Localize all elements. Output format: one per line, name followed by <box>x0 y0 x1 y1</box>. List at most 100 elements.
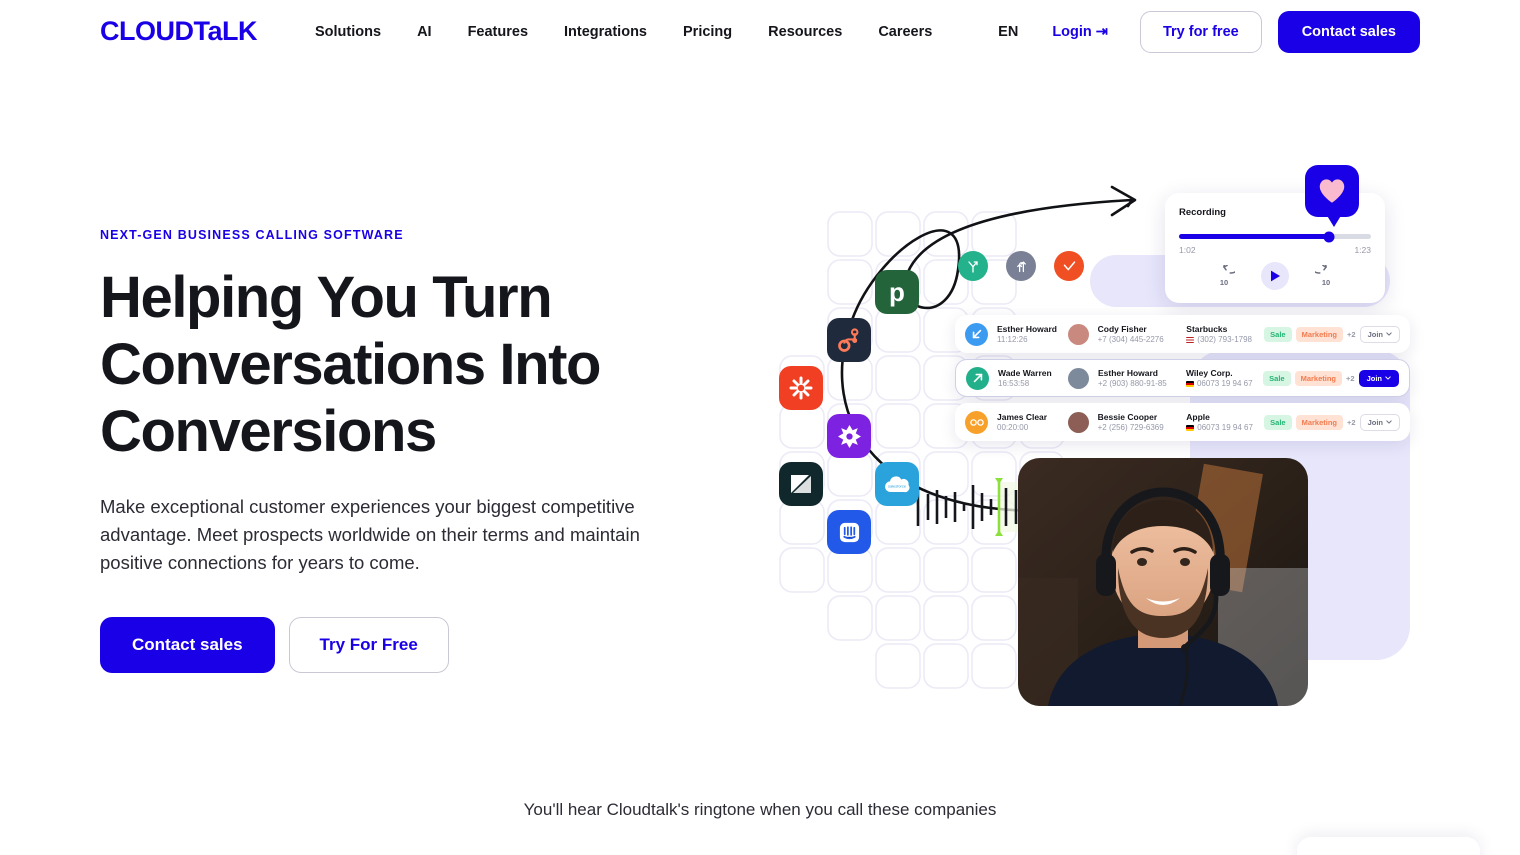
hero-eyebrow: NEXT-GEN BUSINESS CALLING SOFTWARE <box>100 228 404 242</box>
table-row[interactable]: Wade Warren 16:53:58 Esther Howard +2 (9… <box>955 359 1410 397</box>
join-label: Join <box>1366 373 1382 383</box>
integration-tile-zendesk[interactable] <box>779 462 823 506</box>
progress-handle[interactable] <box>1323 231 1335 242</box>
hero-try-for-free-button[interactable]: Try For Free <box>288 617 449 673</box>
company-name: Starbucks <box>1186 324 1228 334</box>
hero-cta-group: Contact sales Try For Free <box>100 617 720 673</box>
skip-back-10-icon[interactable]: 10 <box>1213 259 1239 287</box>
integration-tile-salesforce[interactable]: salesforce <box>875 462 919 506</box>
contact-phone: +7 (304) 445-2276 <box>1097 335 1164 344</box>
top-navigation-bar: CLOUDTaLK Solutions AI Features Integrat… <box>0 0 1520 63</box>
caller-name: James Clear <box>997 412 1048 422</box>
nav-item-ai[interactable]: AI <box>399 24 450 40</box>
table-row[interactable]: Esther Howard 11:12:26 Cody Fisher +7 (3… <box>955 315 1410 353</box>
caller-name: Esther Howard <box>997 324 1057 334</box>
join-dropdown-primary[interactable]: Join <box>1358 369 1399 387</box>
hero-contact-sales-button[interactable]: Contact sales <box>100 617 275 673</box>
chevron-down-icon <box>1386 332 1392 336</box>
chevron-down-icon <box>1386 420 1392 424</box>
hero-title-line-2: Conversations Into <box>100 332 601 397</box>
more-tags-count: +2 <box>1347 329 1356 339</box>
caller-name: Wade Warren <box>998 368 1052 378</box>
play-button[interactable] <box>1261 262 1289 290</box>
contact-name: Esther Howard <box>1098 368 1158 378</box>
loop-arrows-icon[interactable] <box>1006 251 1036 281</box>
nav-item-resources[interactable]: Resources <box>750 24 860 40</box>
nav-item-pricing[interactable]: Pricing <box>665 24 750 40</box>
nav-links: Solutions AI Features Integrations Prici… <box>297 24 950 40</box>
join-label: Join <box>1367 329 1383 339</box>
status-badge-sale: Sale <box>1264 326 1292 342</box>
integration-tile-gorgias[interactable] <box>827 414 871 458</box>
join-dropdown[interactable]: Join <box>1359 325 1400 343</box>
heart-icon <box>1319 179 1345 203</box>
row-tags: Sale Marketing +2 Join <box>1264 325 1400 343</box>
row-tags: Sale Marketing +2 Join <box>1263 369 1399 387</box>
nav-item-solutions[interactable]: Solutions <box>297 24 399 40</box>
caller-cell: Esther Howard 11:12:26 <box>997 324 1068 344</box>
join-label: Join <box>1367 417 1383 427</box>
company-phone-row: (302) 793-1798 <box>1186 335 1264 344</box>
hubspot-icon <box>837 327 858 352</box>
call-direction-voicemail-icon <box>965 410 988 434</box>
status-badge-marketing: Marketing <box>1294 370 1343 386</box>
language-selector[interactable]: EN <box>980 24 1036 40</box>
call-rows-list: Esther Howard 11:12:26 Cody Fisher +7 (3… <box>955 315 1410 447</box>
zendesk-icon <box>791 475 811 493</box>
skip-forward-10-icon[interactable]: 10 <box>1311 259 1337 287</box>
recording-controls: 10 10 <box>1179 259 1371 290</box>
check-icon[interactable] <box>1054 251 1084 281</box>
intercom-icon <box>839 522 859 542</box>
company-phone: (302) 793-1798 <box>1197 335 1252 344</box>
row-tags: Sale Marketing +2 Join <box>1264 413 1400 431</box>
call-direction-outbound-icon <box>966 366 989 390</box>
agent-photo <box>1018 458 1308 706</box>
company-name: Apple <box>1186 412 1210 422</box>
call-time: 11:12:26 <box>997 335 1028 344</box>
heart-reaction-bubble[interactable] <box>1305 165 1359 217</box>
flag-icon <box>1186 336 1195 343</box>
cloudtalk-logo[interactable]: CLOUDTaLK <box>100 16 258 47</box>
contact-sales-button[interactable]: Contact sales <box>1277 10 1420 53</box>
company-phone: 06073 19 94 67 <box>1197 423 1253 432</box>
nav-item-integrations[interactable]: Integrations <box>546 24 665 40</box>
flag-icon <box>1186 424 1195 431</box>
table-row[interactable]: James Clear 00:20:00 Bessie Cooper +2 (2… <box>955 403 1410 441</box>
hero-illustration: Recording 1:02 1:23 10 10 Esther Howard … <box>760 120 1460 720</box>
try-for-free-button[interactable]: Try for free <box>1139 10 1262 53</box>
status-badge-sale: Sale <box>1264 414 1292 430</box>
status-badge-marketing: Marketing <box>1295 326 1344 342</box>
caller-cell: James Clear 00:20:00 <box>997 412 1068 432</box>
skip-back-amount: 10 <box>1219 278 1229 287</box>
call-time: 16:53:58 <box>998 379 1030 388</box>
agent-photo-illustration <box>1018 458 1308 706</box>
hero-title-line-1: Helping You Turn <box>100 265 553 330</box>
page-title: Helping You Turn Conversations Into Conv… <box>100 264 720 465</box>
svg-text:salesforce: salesforce <box>888 484 907 489</box>
integration-tile-intercom[interactable] <box>827 510 871 554</box>
hero-title-line-3: Conversions <box>100 399 437 464</box>
status-badge-marketing: Marketing <box>1295 414 1344 430</box>
nav-item-careers[interactable]: Careers <box>860 24 950 40</box>
avatar <box>1067 411 1089 433</box>
avatar <box>1067 323 1089 345</box>
chevron-down-icon <box>1385 376 1391 380</box>
join-dropdown[interactable]: Join <box>1359 413 1400 431</box>
more-tags-count: +2 <box>1347 417 1356 427</box>
nav-item-features[interactable]: Features <box>450 24 546 40</box>
more-tags-count: +2 <box>1346 373 1355 383</box>
call-time: 00:20:00 <box>997 423 1029 432</box>
login-link[interactable]: Login ⇥ <box>1036 24 1124 40</box>
integration-tile-zapier[interactable] <box>779 366 823 410</box>
integration-tile-pipedrive[interactable]: p <box>875 270 919 314</box>
bubble-tail <box>1326 214 1342 227</box>
contact-cell: Esther Howard +2 (903) 880-91-85 <box>1098 368 1177 388</box>
hero-subtitle: Make exceptional customer experiences yo… <box>100 496 640 573</box>
caller-cell: Wade Warren 16:53:58 <box>998 368 1068 388</box>
integration-tile-hubspot[interactable] <box>827 318 871 362</box>
branch-arrows-icon[interactable] <box>958 251 988 281</box>
company-phone-row: 06073 19 94 67 <box>1185 379 1263 388</box>
company-name: Wiley Corp. <box>1185 368 1233 378</box>
recording-progress-slider[interactable] <box>1179 231 1371 242</box>
pipedrive-glyph: p <box>889 277 905 307</box>
